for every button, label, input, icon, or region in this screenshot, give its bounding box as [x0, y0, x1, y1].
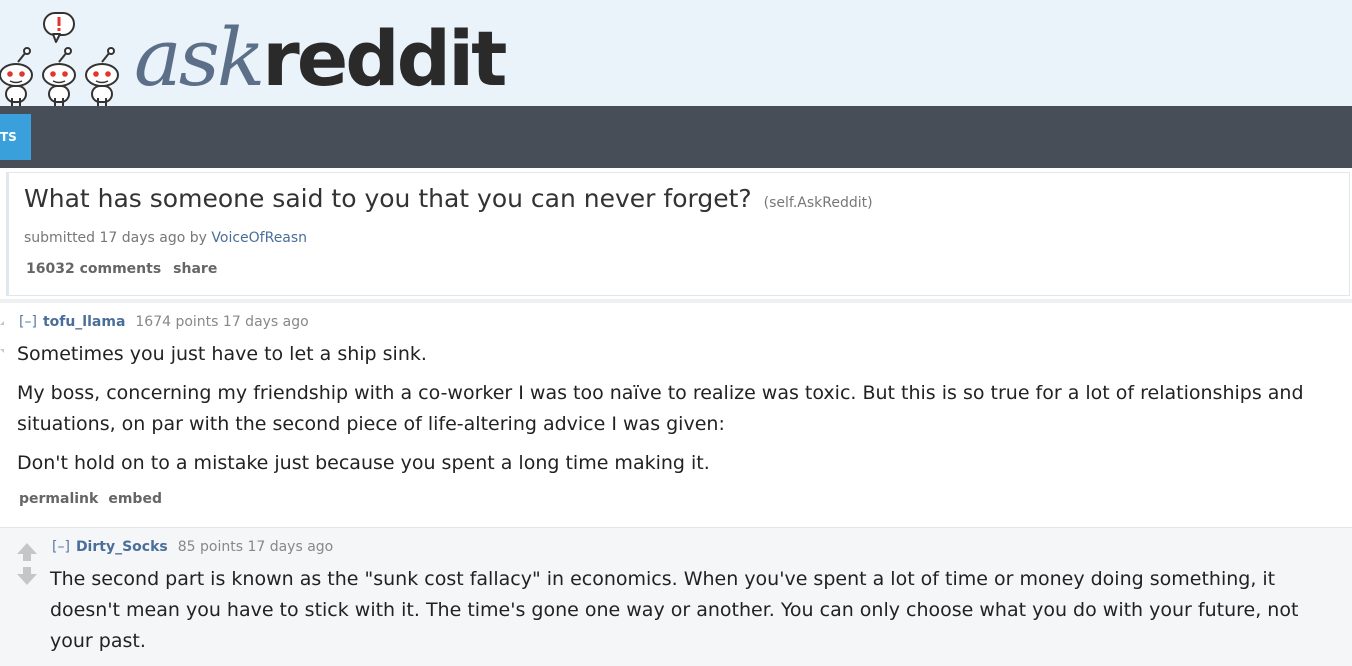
comments-link[interactable]: 16032 comments [26, 261, 161, 277]
comment-author-link[interactable]: tofu_llama [43, 314, 125, 330]
comment-tagline: [–] tofu_llama 1674 points 17 days ago [19, 314, 309, 330]
post-meta: submitted 17 days ago by VoiceOfReasn [24, 230, 307, 246]
exclamation-bubble-icon [43, 12, 75, 43]
post-meta-prefix: submitted 17 days ago by [24, 230, 207, 246]
comment-score-time: 85 points 17 days ago [177, 539, 334, 555]
vote-arrows-icon[interactable] [0, 317, 8, 357]
nav-tab-active[interactable]: TS [0, 114, 31, 160]
comment-paragraph: My boss, concerning my friendship with a… [17, 382, 1304, 435]
snoo-icon [85, 47, 119, 106]
post-container: What has someone said to you that you ca… [6, 172, 1350, 296]
logo-reddit-text: reddit [262, 14, 507, 103]
collapse-toggle[interactable]: [–] [52, 539, 70, 555]
snoo-icon [42, 47, 76, 106]
vote-arrows-icon [17, 543, 37, 585]
subreddit-header: askreddit [0, 0, 1352, 106]
comment-score-time: 1674 points 17 days ago [135, 314, 309, 330]
upvote-arrow-icon[interactable] [17, 543, 37, 561]
comment-paragraph: Sometimes you just have to let a ship si… [17, 343, 427, 365]
permalink-link[interactable]: permalink [19, 491, 98, 507]
post-domain[interactable]: (self.AskReddit) [764, 195, 873, 211]
comment-paragraph: Don't hold on to a mistake just because … [17, 452, 710, 474]
embed-link[interactable]: embed [108, 491, 162, 507]
post-title-line: What has someone said to you that you ca… [24, 184, 873, 213]
comment-tagline: [–] Dirty_Socks 85 points 17 days ago [52, 539, 333, 555]
subreddit-nav-bar: TS [0, 106, 1352, 168]
logo-ask-text: ask [134, 11, 265, 104]
comment-author-link[interactable]: Dirty_Socks [76, 539, 168, 555]
snoo-mascots-icon [0, 12, 119, 106]
comment: [–] tofu_llama 1674 points 17 days ago Som… [0, 303, 1352, 527]
post-author-link[interactable]: VoiceOfReasn [211, 230, 307, 246]
share-link[interactable]: share [173, 261, 217, 277]
subreddit-logo[interactable]: askreddit [134, 8, 507, 108]
collapse-toggle[interactable]: [–] [19, 314, 37, 330]
downvote-arrow-icon[interactable] [17, 567, 37, 585]
post-title[interactable]: What has someone said to you that you ca… [24, 184, 752, 213]
comment: [–] Dirty_Socks 85 points 17 days ago The … [0, 527, 1352, 666]
snoo-icon [0, 47, 33, 106]
comment-paragraph: The second part is known as the "sunk co… [50, 568, 1299, 652]
post-actions: 16032 comments share [26, 261, 229, 277]
comment-actions: permalink embed [19, 491, 172, 507]
